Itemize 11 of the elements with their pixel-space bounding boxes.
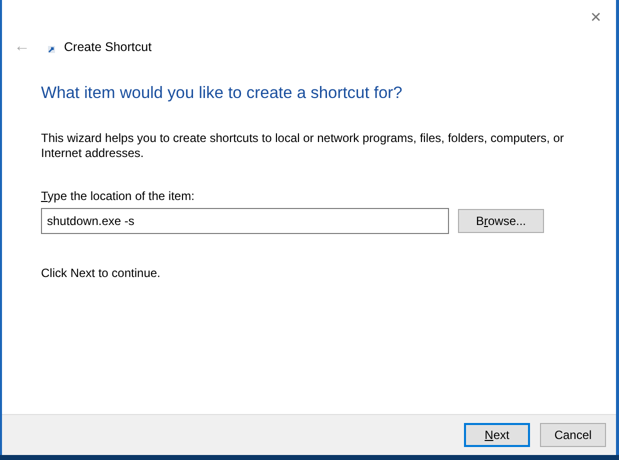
next-button[interactable]: Next — [464, 423, 530, 447]
close-button[interactable]: ✕ — [586, 10, 606, 24]
hint-text: Click Next to continue. — [41, 264, 162, 282]
location-field[interactable]: shutdown.exe -s — [41, 208, 449, 234]
field-label: Type the location of the item: — [41, 188, 196, 205]
page-heading: What item would you like to create a shortcut for? — [41, 84, 404, 104]
description-text: This wizard helps you to create shortcuts to local or network programs, files, folders, computers, or Internet addresses. — [41, 130, 565, 161]
browse-button[interactable]: Browse... — [458, 208, 544, 233]
cancel-button[interactable]: Cancel — [540, 423, 606, 447]
wizard-title: Create Shortcut — [64, 38, 152, 56]
shortcut-icon — [46, 43, 58, 55]
